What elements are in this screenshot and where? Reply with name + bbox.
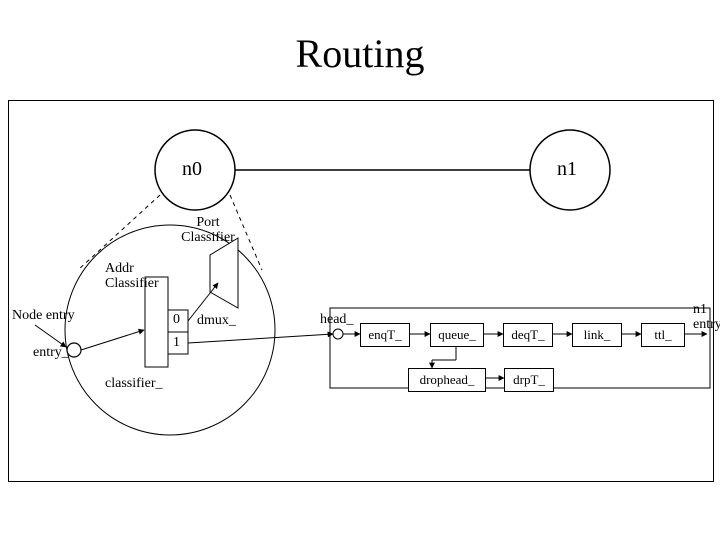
node-entry-label: Node entry [12,308,75,323]
head-label: head_ [320,312,353,327]
node-n1-label: n1 [557,158,577,181]
node-n0-label: n0 [182,158,202,181]
addr-port-0: 0 [173,312,180,327]
entry-underscore-label: entry_ [33,345,69,360]
deqt-box: deqT_ [503,323,553,347]
port-classifier-label: Port Classifier [178,215,238,246]
addr-port-1: 1 [173,335,180,350]
drpt-box: drpT_ [504,368,554,392]
drophead-box: drophead_ [408,368,486,392]
enqt-box: enqT_ [360,323,410,347]
link-box: link_ [572,323,622,347]
queue-box: queue_ [430,323,484,347]
page-title: Routing [0,30,720,77]
dmux-label: dmux_ [197,313,236,328]
addr-classifier-label: Addr Classifier [105,261,159,292]
n1-entry-label: n1 entry_ [693,302,720,333]
classifier-underscore-label: classifier_ [105,376,163,391]
ttl-box: ttl_ [641,323,685,347]
